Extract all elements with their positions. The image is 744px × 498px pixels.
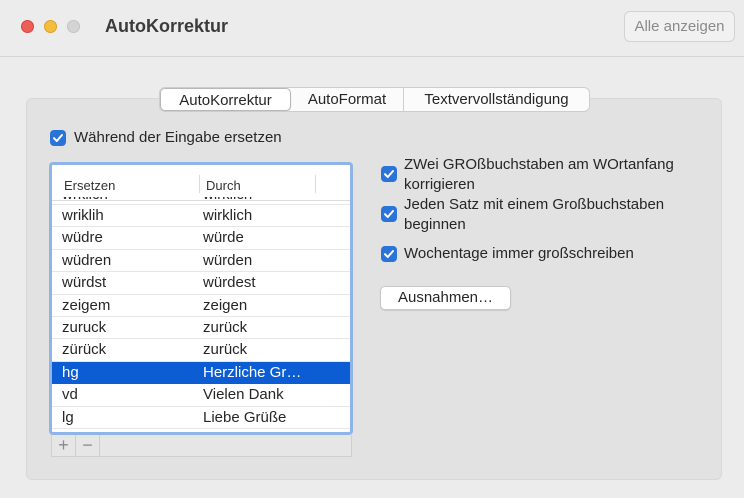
table-rows: wrklich wirklich wriklihwirklich wüdrewü… — [52, 197, 350, 429]
title-bar: AutoKorrektur Alle anzeigen — [0, 0, 744, 57]
column-separator — [315, 175, 316, 193]
checkmark-icon — [384, 250, 394, 258]
tab-bar: AutoKorrektur AutoFormat Textvervollstän… — [159, 87, 590, 112]
replace-while-typing-checkbox[interactable] — [50, 130, 66, 146]
add-entry-button[interactable]: + — [52, 435, 76, 456]
table-row[interactable]: wriklih wirklich — [52, 205, 350, 228]
replacement-table[interactable]: Ersetzen Durch wrklich wirklich wriklihw… — [49, 162, 353, 435]
two-capitals-label-line2: korrigieren — [404, 176, 475, 193]
table-row[interactable]: lg Liebe Grüße — [52, 407, 350, 429]
table-row[interactable]: wrklich wirklich — [52, 197, 350, 205]
capitalize-sentence-checkbox[interactable] — [381, 206, 397, 222]
checkmark-icon — [384, 170, 394, 178]
table-row[interactable]: zürück zurück — [52, 339, 350, 362]
table-row[interactable]: wüdren würden — [52, 250, 350, 273]
window-title: AutoKorrektur — [105, 16, 229, 36]
table-row[interactable]: zuruck zurück — [52, 317, 350, 340]
two-capitals-checkbox[interactable] — [381, 166, 397, 182]
remove-entry-button[interactable]: − — [76, 435, 100, 456]
tab-textvervollstaendigung[interactable]: Textvervollständigung — [403, 88, 589, 111]
add-remove-bar: + − — [51, 435, 352, 457]
capitalize-weekdays-label: Wochentage immer großschreiben — [404, 245, 634, 262]
close-window-button[interactable] — [21, 20, 34, 33]
column-header-ersetzen[interactable]: Ersetzen — [64, 178, 115, 193]
checkmark-icon — [53, 134, 63, 142]
capitalize-sentence-label-line1: Jeden Satz mit einem Großbuchstaben — [404, 196, 665, 213]
table-row[interactable]: vd Vielen Dank — [52, 384, 350, 407]
two-capitals-label-line1: ZWei GROßbuchstaben am WOrtanfang — [404, 156, 674, 173]
zoom-window-button[interactable] — [67, 20, 80, 33]
tab-autoformat[interactable]: AutoFormat — [291, 88, 403, 111]
replace-while-typing-label: Während der Eingabe ersetzen — [74, 129, 282, 146]
checkmark-icon — [384, 210, 394, 218]
capitalize-weekdays-checkbox[interactable] — [381, 246, 397, 262]
show-all-button[interactable]: Alle anzeigen — [624, 11, 735, 42]
capitalize-sentence-label-line2: beginnen — [404, 216, 466, 233]
table-header: Ersetzen Durch — [52, 165, 350, 201]
table-row-selected[interactable]: hg Herzliche Gr… — [52, 361, 350, 385]
tab-autokorrektur[interactable]: AutoKorrektur — [160, 88, 291, 111]
column-header-durch[interactable]: Durch — [206, 178, 241, 193]
table-row[interactable]: zeigem zeigen — [52, 295, 350, 317]
exceptions-button[interactable]: Ausnahmen… — [380, 286, 511, 310]
table-row[interactable]: wüdre würde — [52, 227, 350, 250]
table-row[interactable]: würdst würdest — [52, 272, 350, 295]
minimize-window-button[interactable] — [44, 20, 57, 33]
column-separator — [199, 175, 200, 193]
